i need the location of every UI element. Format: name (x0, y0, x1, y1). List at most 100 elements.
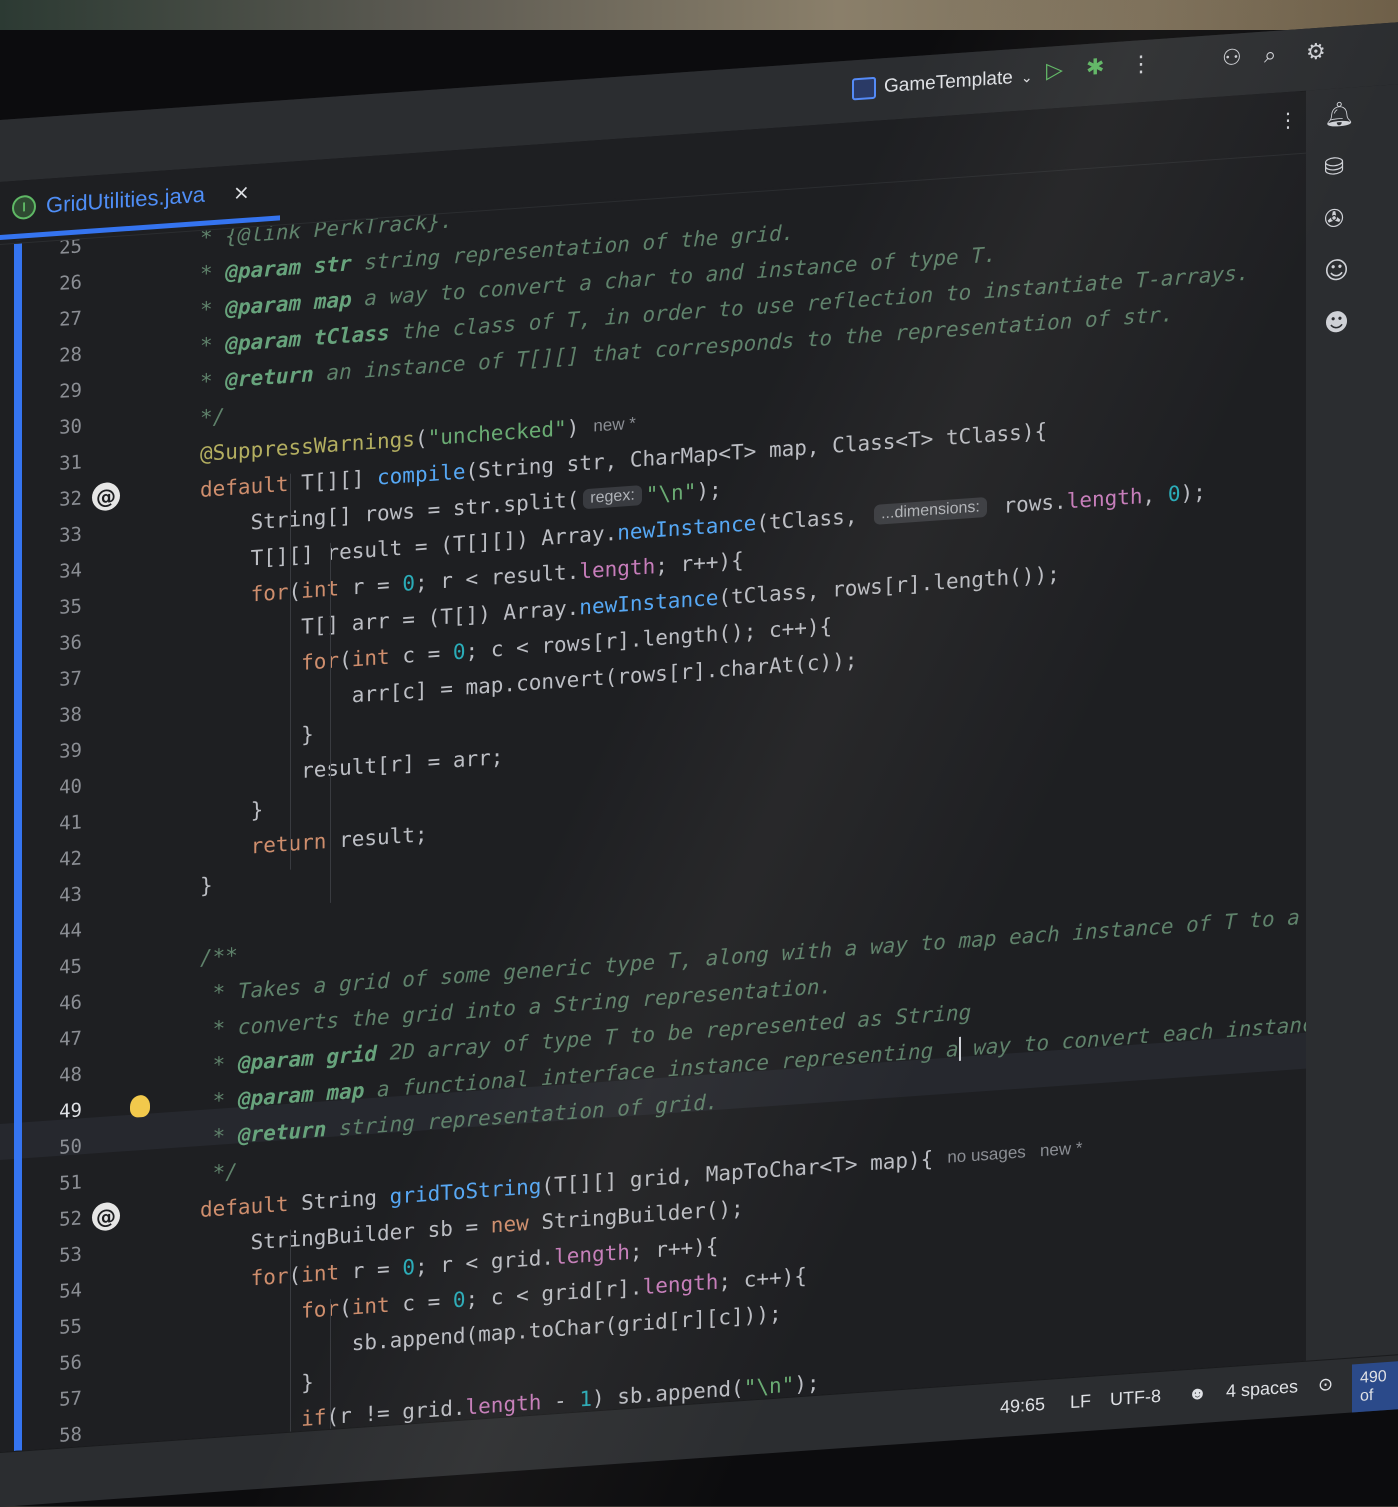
line-separator[interactable]: LF (1070, 1391, 1091, 1413)
line-number[interactable]: 48 (22, 1056, 82, 1096)
code-token: for (200, 648, 340, 683)
code-line[interactable]: } (200, 792, 264, 832)
implementation-marker-icon[interactable]: @ (92, 481, 120, 512)
line-number[interactable]: 51 (22, 1164, 82, 1204)
line-number[interactable]: 32 (22, 480, 82, 520)
code-token: grid (326, 1041, 378, 1070)
code-token: return (200, 828, 340, 863)
code-token: ); (696, 477, 722, 504)
run-config-icon (852, 76, 876, 101)
debug-icon[interactable]: ✱ (1086, 55, 1104, 81)
code-editor[interactable]: 25 26 27 28 29 30 31 32 @33 34 35 36 37 38 39 40 41 42 43 4… (0, 150, 1306, 1453)
line-number[interactable]: 54 (22, 1272, 82, 1312)
code-token: , (1142, 482, 1168, 509)
code-token: * (200, 1123, 238, 1151)
code-token: * (200, 1087, 238, 1115)
indent-setting[interactable]: 4 spaces (1226, 1376, 1298, 1402)
add-user-icon[interactable]: ⚇ (1222, 45, 1242, 71)
code-token: * (200, 368, 226, 395)
run-icon[interactable]: ▷ (1046, 58, 1063, 84)
run-configuration-selector[interactable]: GameTemplate ⌄ (852, 62, 1033, 105)
code-line[interactable]: } (200, 867, 213, 904)
code-token: * (200, 260, 226, 287)
code-token: } (200, 1370, 314, 1403)
notifications-icon[interactable]: 🔔︎ (1324, 99, 1354, 129)
parameter-hint: ...dimensions: (874, 496, 987, 525)
line-number[interactable]: 31 (22, 444, 82, 484)
line-number[interactable]: 55 (22, 1308, 82, 1348)
line-number[interactable]: 47 (22, 1020, 82, 1060)
tab-options-icon[interactable]: ⋮ (1278, 107, 1298, 132)
lock-icon[interactable]: ⊙ (1318, 1374, 1333, 1396)
line-number[interactable]: 40 (22, 768, 82, 808)
file-encoding[interactable]: UTF-8 (1110, 1386, 1161, 1411)
code-line[interactable]: */ (200, 1153, 238, 1192)
settings-icon[interactable]: ⚙ (1306, 39, 1326, 65)
more-vertical-icon[interactable]: ⋮ (1130, 51, 1152, 78)
line-number[interactable]: 44 (22, 912, 82, 952)
code-token: 0 (1167, 481, 1181, 507)
implementation-marker-icon[interactable]: @ (92, 1201, 120, 1232)
code-token: String (301, 1184, 390, 1215)
line-number[interactable]: 27 (22, 300, 82, 340)
line-number[interactable]: 57 (22, 1380, 82, 1420)
code-token: map (313, 287, 352, 315)
line-number[interactable]: 37 (22, 660, 82, 700)
line-number[interactable]: 46 (22, 984, 82, 1024)
line-number[interactable]: 30 (22, 408, 82, 448)
ai-assistant-icon[interactable]: ✇ (1324, 204, 1344, 233)
code-token: - (554, 1387, 580, 1414)
code-token: gridToString (389, 1174, 542, 1209)
code-token: length (554, 1239, 630, 1270)
code-token: ; r < grid. (414, 1245, 555, 1279)
line-number[interactable]: 36 (22, 624, 82, 664)
code-vision-hint: no usages new * (947, 1138, 1083, 1167)
copilot-icon[interactable]: ☺ (1324, 256, 1349, 286)
code-area[interactable]: * {@link PerkTrack}. * @param str string … (120, 153, 1306, 1453)
line-number[interactable]: 56 (22, 1344, 82, 1384)
line-number[interactable]: 43 (22, 876, 82, 916)
line-number[interactable]: 35 (22, 588, 82, 628)
database-icon[interactable]: ⛁ (1324, 152, 1344, 181)
code-token: */ (200, 1159, 238, 1187)
line-number[interactable]: 33 (22, 516, 82, 556)
code-line[interactable]: /** (200, 937, 238, 976)
line-number[interactable]: 52 (22, 1200, 82, 1240)
line-number[interactable]: 49 (22, 1092, 82, 1132)
code-line[interactable]: */ (200, 398, 225, 436)
memory-indicator[interactable]: 490 of (1352, 1361, 1398, 1413)
line-number[interactable]: 34 (22, 552, 82, 592)
code-token: str (313, 251, 352, 279)
line-number[interactable]: 26 (22, 264, 82, 304)
code-token: 0 (452, 1287, 466, 1313)
line-number[interactable]: 50 (22, 1128, 82, 1168)
code-token: 0 (452, 639, 466, 665)
code-token: length (579, 554, 656, 584)
code-token: } (200, 797, 264, 827)
copilot-chat-icon[interactable]: ☻ (1324, 308, 1349, 338)
line-number[interactable]: 53 (22, 1236, 82, 1276)
line-number[interactable]: 38 (22, 696, 82, 736)
code-token: */ (200, 404, 226, 431)
close-icon[interactable]: × (233, 179, 250, 204)
code-token: length (1066, 484, 1143, 514)
code-token: int (351, 643, 403, 672)
line-number[interactable]: 29 (22, 372, 82, 412)
copilot-status-icon[interactable]: ☻ (1188, 1383, 1207, 1405)
code-token: ; r++){ (655, 547, 744, 579)
code-token: for (200, 1263, 289, 1295)
line-number[interactable]: 39 (22, 732, 82, 772)
code-token: way to convert each instance of T into a… (973, 1011, 1306, 1060)
line-number[interactable]: 45 (22, 948, 82, 988)
code-token: @param (237, 1082, 314, 1112)
line-number[interactable]: 41 (22, 804, 82, 844)
code-token: @param (225, 326, 302, 357)
caret-position[interactable]: 49:65 (1000, 1394, 1045, 1418)
search-icon[interactable]: ⌕ (1264, 43, 1276, 69)
line-number[interactable]: 28 (22, 336, 82, 376)
line-number-gutter[interactable]: 25 26 27 28 29 30 31 32 @33 34 35 36 37 38 39 40 41 42 43 4… (22, 233, 150, 1450)
ide-window: GameTemplate ⌄ ▷ ✱ ⋮ ⚇ ⌕ ⚙ I GridUtiliti… (0, 22, 1398, 1507)
line-number[interactable]: 42 (22, 840, 82, 880)
